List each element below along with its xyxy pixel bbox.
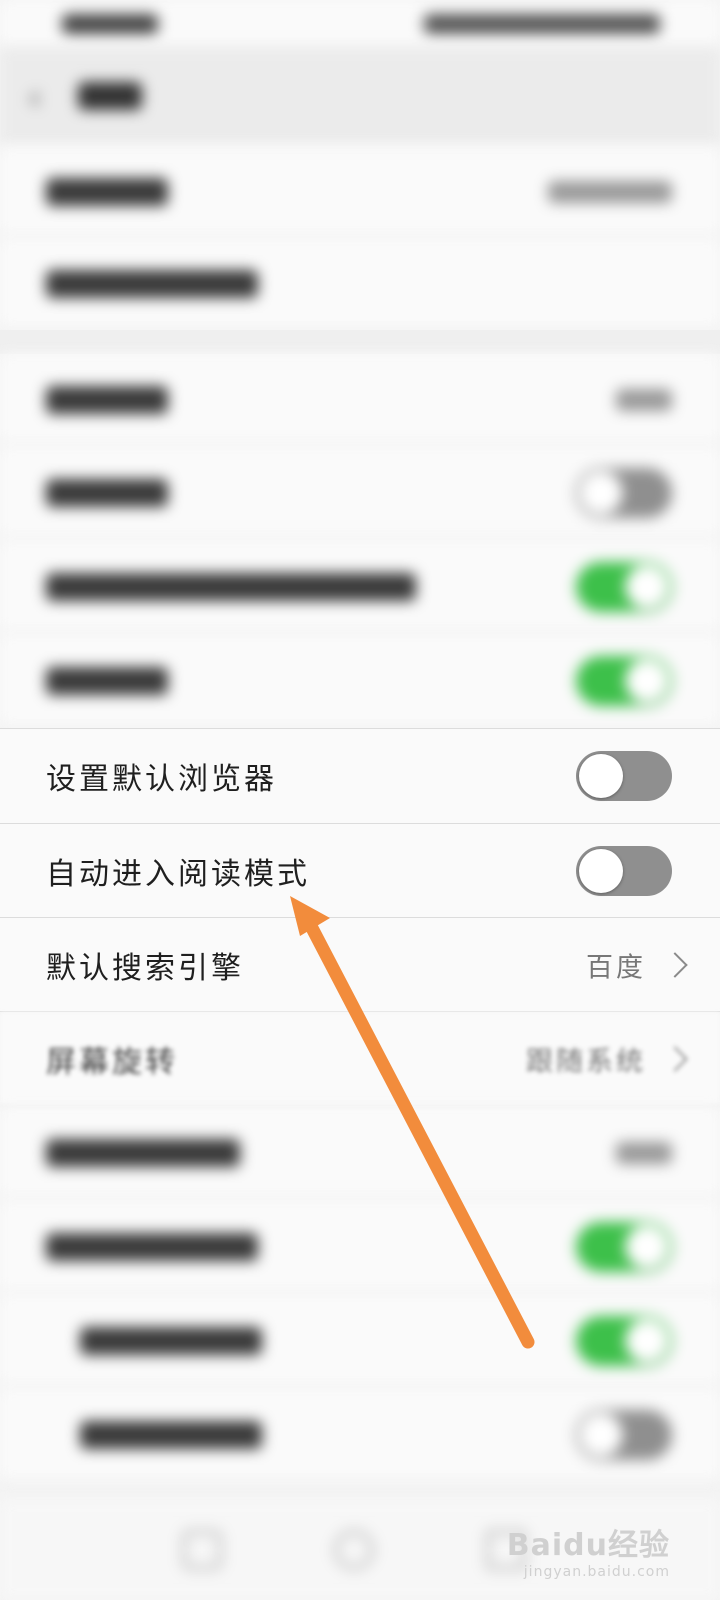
status-bar bbox=[0, 0, 720, 48]
header-bar: ‹ bbox=[0, 48, 720, 146]
toggle-knob bbox=[579, 848, 623, 893]
settings-row-blurred bbox=[0, 146, 720, 238]
settings-row-blurred bbox=[0, 1106, 720, 1200]
nav-menu-icon[interactable] bbox=[182, 1530, 222, 1570]
settings-row-blurred bbox=[0, 1294, 720, 1388]
status-icons bbox=[424, 14, 660, 34]
setting-reading-mode[interactable]: 自动进入阅读模式 bbox=[0, 824, 720, 918]
setting-screen-rotation[interactable]: 屏幕旋转 跟随系统 bbox=[0, 1012, 720, 1106]
setting-default-browser[interactable]: 设置默认浏览器 bbox=[0, 728, 720, 824]
settings-row-blurred bbox=[0, 1200, 720, 1294]
toggle-knob bbox=[579, 754, 623, 798]
nav-home-icon[interactable] bbox=[334, 1530, 374, 1570]
screen-rotation-value: 跟随系统 bbox=[526, 1046, 646, 1077]
page-title bbox=[78, 82, 142, 110]
status-time bbox=[62, 14, 158, 34]
screen-rotation-label: 屏幕旋转 bbox=[46, 1044, 178, 1080]
settings-row-blurred bbox=[0, 634, 720, 728]
search-engine-value: 百度 bbox=[586, 952, 646, 983]
settings-row-blurred bbox=[0, 354, 720, 446]
settings-row-blurred bbox=[0, 238, 720, 330]
default-browser-toggle[interactable] bbox=[576, 751, 672, 801]
settings-row-blurred bbox=[0, 540, 720, 634]
settings-row-blurred bbox=[0, 446, 720, 540]
setting-search-engine[interactable]: 默认搜索引擎 百度 bbox=[0, 918, 720, 1012]
chevron-right-icon bbox=[662, 1045, 688, 1072]
watermark-url: jingyan.baidu.com bbox=[523, 1564, 670, 1580]
search-engine-label: 默认搜索引擎 bbox=[46, 950, 244, 986]
back-icon[interactable]: ‹ bbox=[28, 78, 42, 118]
watermark-logo-text: Baidu经验 bbox=[506, 1528, 670, 1563]
default-browser-label: 设置默认浏览器 bbox=[46, 762, 277, 797]
baidu-jingyan-watermark: Baidu经验 jingyan.baidu.com bbox=[507, 1520, 670, 1580]
reading-mode-toggle[interactable] bbox=[576, 845, 672, 896]
settings-row-blurred bbox=[0, 1388, 720, 1482]
reading-mode-label: 自动进入阅读模式 bbox=[46, 856, 310, 892]
chevron-right-icon bbox=[662, 951, 688, 978]
